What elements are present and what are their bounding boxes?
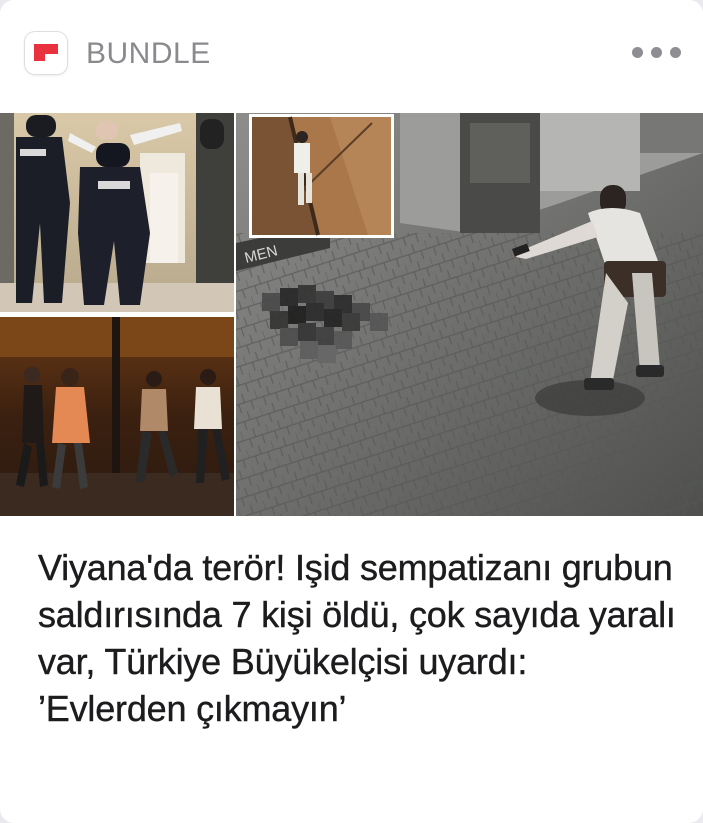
card-header: BUNDLE [0, 0, 703, 113]
running-people-photo [0, 314, 236, 516]
bundle-logo-icon [24, 31, 68, 75]
police-photo [0, 113, 236, 314]
news-card[interactable]: BUNDLE MEN Viyana'da terör! Işid sempati… [0, 0, 703, 823]
inset-stairs-photo [249, 114, 394, 238]
article-image[interactable]: MEN [0, 113, 703, 516]
app-name: BUNDLE [86, 37, 211, 70]
more-options-button[interactable] [620, 30, 692, 76]
article-headline[interactable]: Viyana'da terör! Işid sempatizanı grubun… [38, 544, 678, 732]
more-dots-icon [632, 47, 643, 58]
